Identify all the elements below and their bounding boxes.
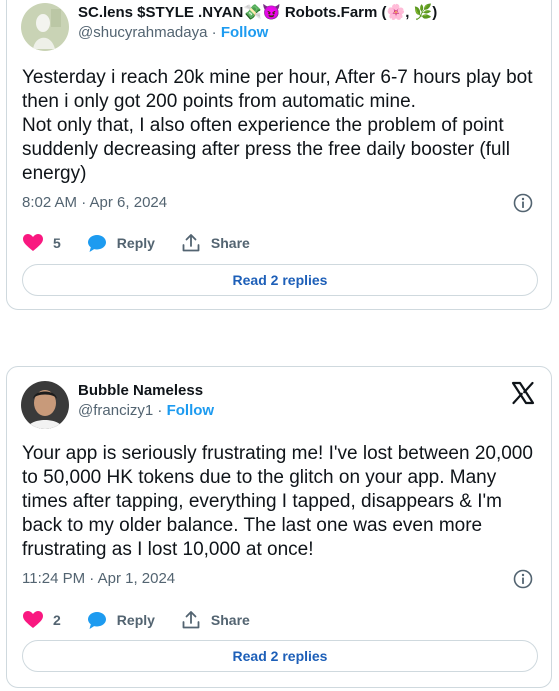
post-header: SC.lens $STYLE .NYAN💸😈 Robots.Farm (🌸, 🌿… xyxy=(21,3,437,51)
x-logo-icon[interactable] xyxy=(511,381,535,405)
reply-button[interactable]: Reply xyxy=(87,611,155,630)
share-arrow-icon xyxy=(182,611,200,629)
speech-bubble-icon xyxy=(87,234,106,252)
share-button[interactable]: Share xyxy=(181,610,250,630)
share-label: Share xyxy=(210,235,250,251)
reply-label: Reply xyxy=(116,612,155,628)
post-text: Your app is seriously frustrating me! I'… xyxy=(22,443,539,560)
post-timestamp[interactable]: 8:02 AM · Apr 6, 2024 xyxy=(22,193,167,213)
avatar[interactable] xyxy=(21,381,69,429)
follow-button[interactable]: Follow xyxy=(221,24,269,41)
post-card: Bubble Nameless @francizy1 · Follow Your… xyxy=(6,366,552,688)
heart-icon xyxy=(23,611,43,628)
speech-bubble-icon xyxy=(87,611,106,629)
read-replies-button[interactable]: Read 2 replies xyxy=(22,264,538,296)
separator-dot: · xyxy=(157,402,163,419)
heart-icon xyxy=(23,234,43,251)
reply-button[interactable]: Reply xyxy=(87,234,155,253)
follow-button[interactable]: Follow xyxy=(167,402,215,419)
action-bar: 2 Reply Share xyxy=(23,610,276,630)
share-arrow-icon xyxy=(182,234,200,252)
like-count: 2 xyxy=(53,612,61,628)
user-handle[interactable]: @shucyrahmadaya xyxy=(78,24,207,41)
read-replies-button[interactable]: Read 2 replies xyxy=(22,640,538,672)
display-name[interactable]: SC.lens $STYLE .NYAN💸😈 Robots.Farm (🌸, 🌿… xyxy=(78,3,437,23)
share-button[interactable]: Share xyxy=(181,233,250,253)
post-card: SC.lens $STYLE .NYAN💸😈 Robots.Farm (🌸, 🌿… xyxy=(6,0,552,310)
info-icon[interactable] xyxy=(513,193,533,213)
avatar[interactable] xyxy=(21,3,69,51)
display-name[interactable]: Bubble Nameless xyxy=(78,381,214,401)
share-label: Share xyxy=(210,612,250,628)
like-button[interactable]: 2 xyxy=(23,611,61,629)
post-header: Bubble Nameless @francizy1 · Follow xyxy=(21,381,214,429)
like-button[interactable]: 5 xyxy=(23,234,61,252)
reply-label: Reply xyxy=(116,235,155,251)
user-handle[interactable]: @francizy1 xyxy=(78,402,153,419)
post-text: Yesterday i reach 20k mine per hour, Aft… xyxy=(22,67,533,184)
post-timestamp[interactable]: 11:24 PM · Apr 1, 2024 xyxy=(22,569,175,589)
info-icon[interactable] xyxy=(513,569,533,589)
separator-dot: · xyxy=(211,24,217,41)
like-count: 5 xyxy=(53,235,61,251)
action-bar: 5 Reply Share xyxy=(23,233,276,253)
